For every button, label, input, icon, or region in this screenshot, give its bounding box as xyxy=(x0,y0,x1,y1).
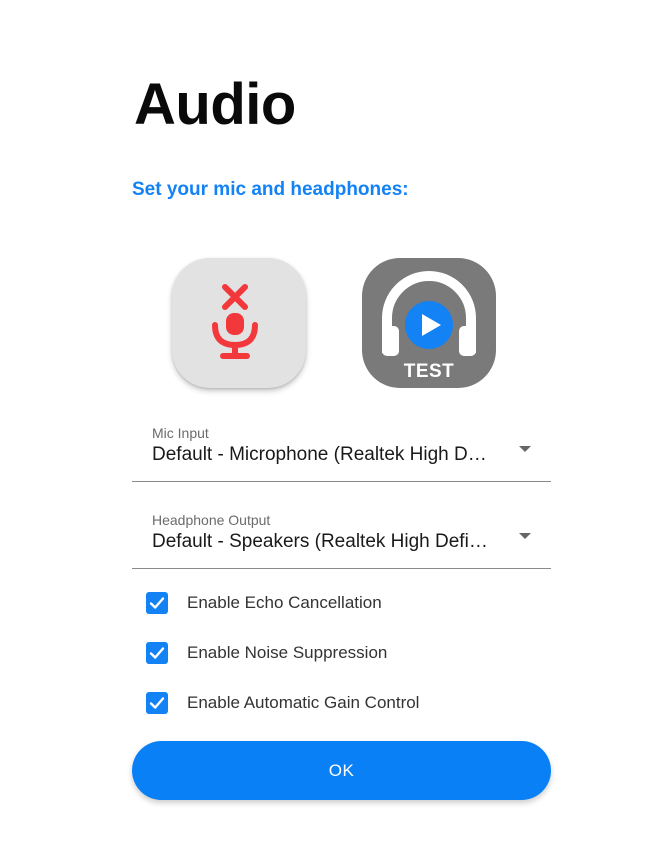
mic-input-label: Mic Input xyxy=(152,425,209,441)
noise-suppression-checkbox[interactable] xyxy=(146,642,168,664)
auto-gain-control-option[interactable]: Enable Automatic Gain Control xyxy=(146,690,419,716)
mic-input-value: Default - Microphone (Realtek High Defin… xyxy=(152,444,492,465)
page-title: Audio xyxy=(134,72,296,137)
echo-cancellation-label: Enable Echo Cancellation xyxy=(187,593,382,612)
checkmark-icon xyxy=(149,597,165,609)
mic-input-select[interactable]: Mic Input Default - Microphone (Realtek … xyxy=(132,416,551,482)
headphone-output-select[interactable]: Headphone Output Default - Speakers (Rea… xyxy=(132,503,551,569)
headphone-test-button[interactable]: TEST xyxy=(362,258,496,388)
headphone-output-label: Headphone Output xyxy=(152,512,271,528)
dropdown-arrow-icon xyxy=(519,446,531,452)
dropdown-arrow-icon xyxy=(519,533,531,539)
noise-suppression-label: Enable Noise Suppression xyxy=(187,643,388,662)
microphone-muted-icon xyxy=(212,284,258,359)
auto-gain-control-checkbox[interactable] xyxy=(146,692,168,714)
headphone-output-value: Default - Speakers (Realtek High Definit… xyxy=(152,531,492,552)
noise-suppression-option[interactable]: Enable Noise Suppression xyxy=(146,640,387,666)
checkmark-icon xyxy=(149,647,165,659)
test-label: TEST xyxy=(403,361,455,382)
audio-settings-dialog: Audio Set your mic and headphones: TEST … xyxy=(0,0,664,850)
echo-cancellation-option[interactable]: Enable Echo Cancellation xyxy=(146,590,382,616)
section-subtitle: Set your mic and headphones: xyxy=(132,179,409,200)
checkmark-icon xyxy=(149,697,165,709)
mic-mute-button[interactable] xyxy=(172,258,306,388)
ok-button[interactable]: OK xyxy=(132,741,551,800)
auto-gain-control-label: Enable Automatic Gain Control xyxy=(187,693,420,712)
echo-cancellation-checkbox[interactable] xyxy=(146,592,168,614)
